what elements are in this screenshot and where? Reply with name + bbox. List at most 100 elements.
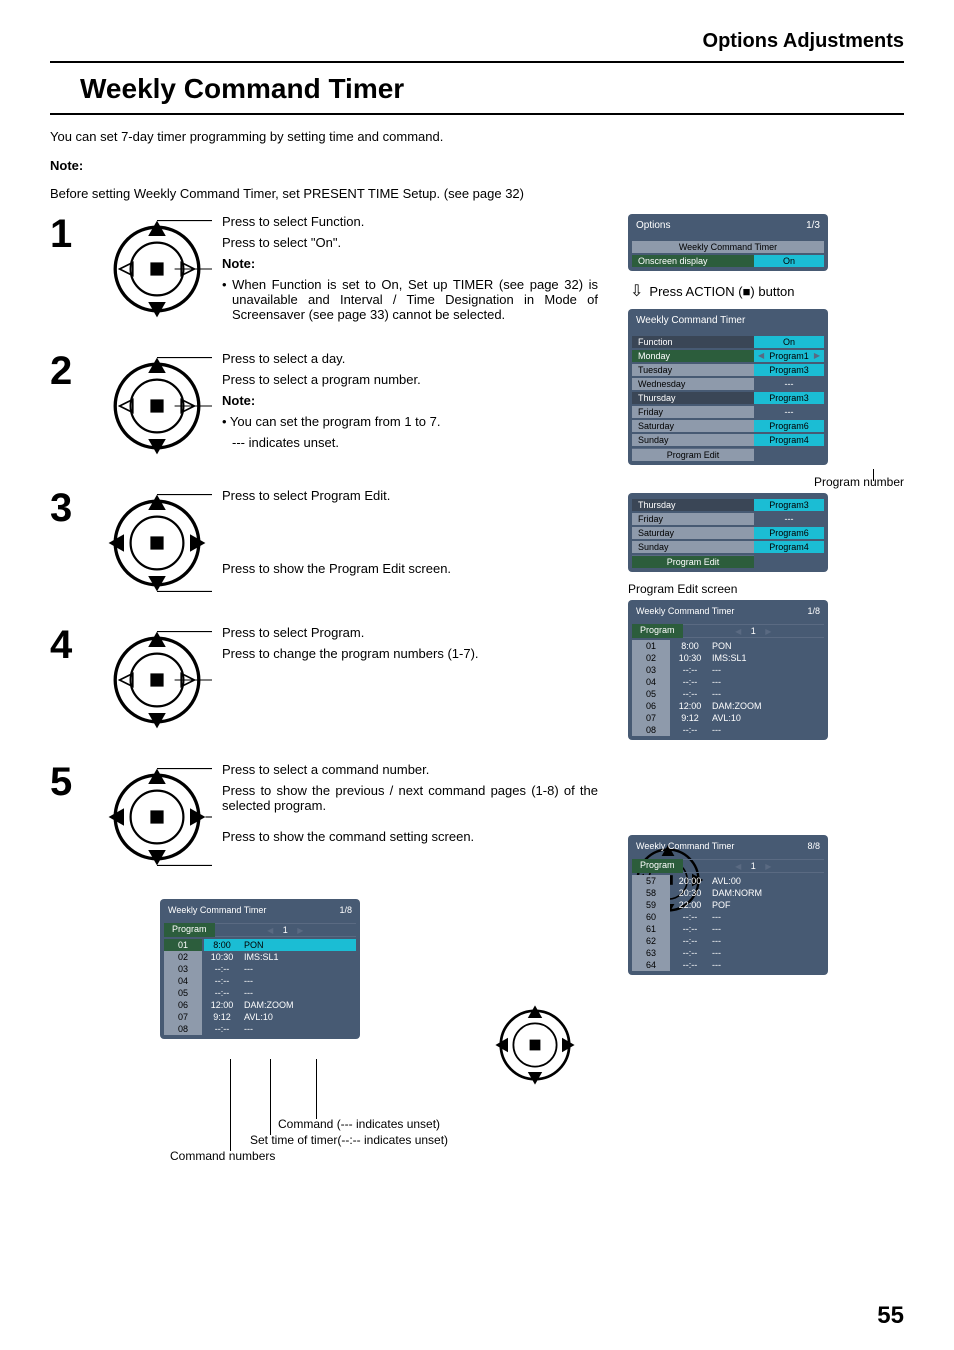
row-index: 01	[164, 939, 202, 951]
row-command: ---	[708, 923, 824, 935]
panel-row-value: On	[754, 336, 824, 348]
row-command: AVL:10	[240, 1011, 356, 1023]
panel-title: Weekly Command Timer	[636, 841, 734, 851]
callout-line	[270, 1059, 271, 1135]
intro-text: You can set 7-day timer programming by s…	[50, 129, 904, 144]
row-command: ---	[708, 959, 824, 971]
note-body: --- indicates unset.	[222, 435, 598, 450]
row-index: 57	[632, 875, 670, 887]
dpad-icon-updown-center	[102, 625, 212, 740]
row-command: ---	[708, 935, 824, 947]
note-body: • You can set the program from 1 to 7.	[222, 414, 598, 429]
row-command: AVL:00	[708, 875, 824, 887]
panel-row-label: Saturday	[632, 420, 754, 432]
note-label: Note:	[222, 256, 598, 271]
panel-row-label: Tuesday	[632, 364, 754, 376]
row-time: 12:00	[672, 700, 708, 712]
row-index: 02	[632, 652, 670, 664]
row-index: 03	[164, 963, 202, 975]
panel-row-value: Program3	[754, 499, 824, 511]
row-command: IMS:SL1	[708, 652, 824, 664]
note-label: Note:	[50, 158, 904, 173]
row-index: 08	[632, 724, 670, 736]
panel-row-label: Thursday	[632, 499, 754, 511]
callout-command: Command (--- indicates unset)	[278, 1117, 440, 1131]
note-body: Before setting Weekly Command Timer, set…	[50, 186, 904, 201]
row-index: 63	[632, 947, 670, 959]
program-number-label: Program number	[814, 475, 904, 489]
panel-row-value: ---	[754, 513, 824, 525]
dpad-icon-all-center	[102, 488, 212, 603]
program-edit-screen-label: Program Edit screen	[628, 582, 904, 596]
panel-row-value: Program3	[754, 364, 824, 376]
row-time: 10:30	[672, 652, 708, 664]
row-time: --:--	[672, 664, 708, 676]
row-command: ---	[708, 688, 824, 700]
program-edit-label: Program Edit	[632, 555, 754, 568]
row-index: 62	[632, 935, 670, 947]
row-time: --:--	[204, 1023, 240, 1035]
step-line: Press to select a day.	[222, 351, 598, 366]
panel-row-value: Program4	[754, 434, 824, 446]
row-time: --:--	[672, 935, 708, 947]
program-edit-panel: Weekly Command Timer1/8Program◀ 1 ▶018:0…	[160, 899, 360, 1039]
row-time: --:--	[204, 987, 240, 999]
dpad-icon-updown-center	[102, 214, 212, 329]
panel-row-label: Saturday	[632, 527, 754, 539]
row-command: PON	[708, 640, 824, 652]
panel-row-label: Weekly Command Timer	[632, 241, 824, 253]
step-line: Press to select "On".	[222, 235, 598, 250]
step-line: Press to select Function.	[222, 214, 598, 229]
callout-idx: Command numbers	[170, 1149, 275, 1163]
program-label: Program	[164, 923, 215, 937]
row-time: --:--	[672, 688, 708, 700]
row-command: ---	[240, 987, 356, 999]
dpad-icon-updown-center	[102, 351, 212, 466]
panel-row-label: Sunday	[632, 434, 754, 446]
row-index: 03	[632, 664, 670, 676]
row-time: --:--	[672, 724, 708, 736]
arrow-down-icon: ⇩	[630, 281, 643, 301]
panel-row-label: Sunday	[632, 541, 754, 553]
row-index: 64	[632, 959, 670, 971]
panel-row-value: Program6	[754, 420, 824, 432]
row-index: 07	[164, 1011, 202, 1023]
panel-row-label: Thursday	[632, 392, 754, 404]
program-label: Program	[632, 859, 683, 873]
divider	[50, 113, 904, 115]
row-index: 61	[632, 923, 670, 935]
program-value: ◀ 1 ▶	[683, 859, 824, 873]
panel-title: Options	[636, 220, 670, 231]
step-line: Press to select a command number.	[222, 762, 598, 777]
breadcrumb: Options Adjustments	[50, 30, 904, 53]
panel-row-label: Monday	[632, 350, 754, 362]
program-edit-panel: Weekly Command Timer1/8Program◀ 1 ▶018:0…	[628, 600, 828, 740]
row-index: 05	[164, 987, 202, 999]
row-time: --:--	[672, 923, 708, 935]
row-index: 08	[164, 1023, 202, 1035]
row-command: ---	[708, 947, 824, 959]
row-command: ---	[708, 724, 824, 736]
wct-sub-panel: ThursdayProgram3Friday---Saturday Program…	[628, 493, 828, 572]
row-command: IMS:SL1	[240, 951, 356, 963]
step-line: Press to select Program Edit.	[222, 488, 598, 503]
callout-line	[230, 1059, 231, 1151]
panel-row-value: Program3	[754, 392, 824, 404]
row-index: 04	[164, 975, 202, 987]
panel-row-value: ---	[754, 378, 824, 390]
step-line: Press to show the Program Edit screen.	[222, 561, 598, 576]
row-time: --:--	[672, 959, 708, 971]
options-panel: Options1/3 Weekly Command Timer Onscreen…	[628, 214, 828, 271]
row-command: PON	[240, 939, 356, 951]
step-line: Press to select Program.	[222, 625, 598, 640]
step-number: 2	[50, 351, 102, 391]
row-time: 9:12	[204, 1011, 240, 1023]
panel-row-label: Friday	[632, 513, 754, 525]
row-time: --:--	[204, 975, 240, 987]
row-index: 59	[632, 899, 670, 911]
row-index: 06	[632, 700, 670, 712]
panel-page: 1/3	[806, 220, 820, 231]
row-time: 8:00	[672, 640, 708, 652]
row-command: ---	[240, 963, 356, 975]
row-time: 10:30	[204, 951, 240, 963]
